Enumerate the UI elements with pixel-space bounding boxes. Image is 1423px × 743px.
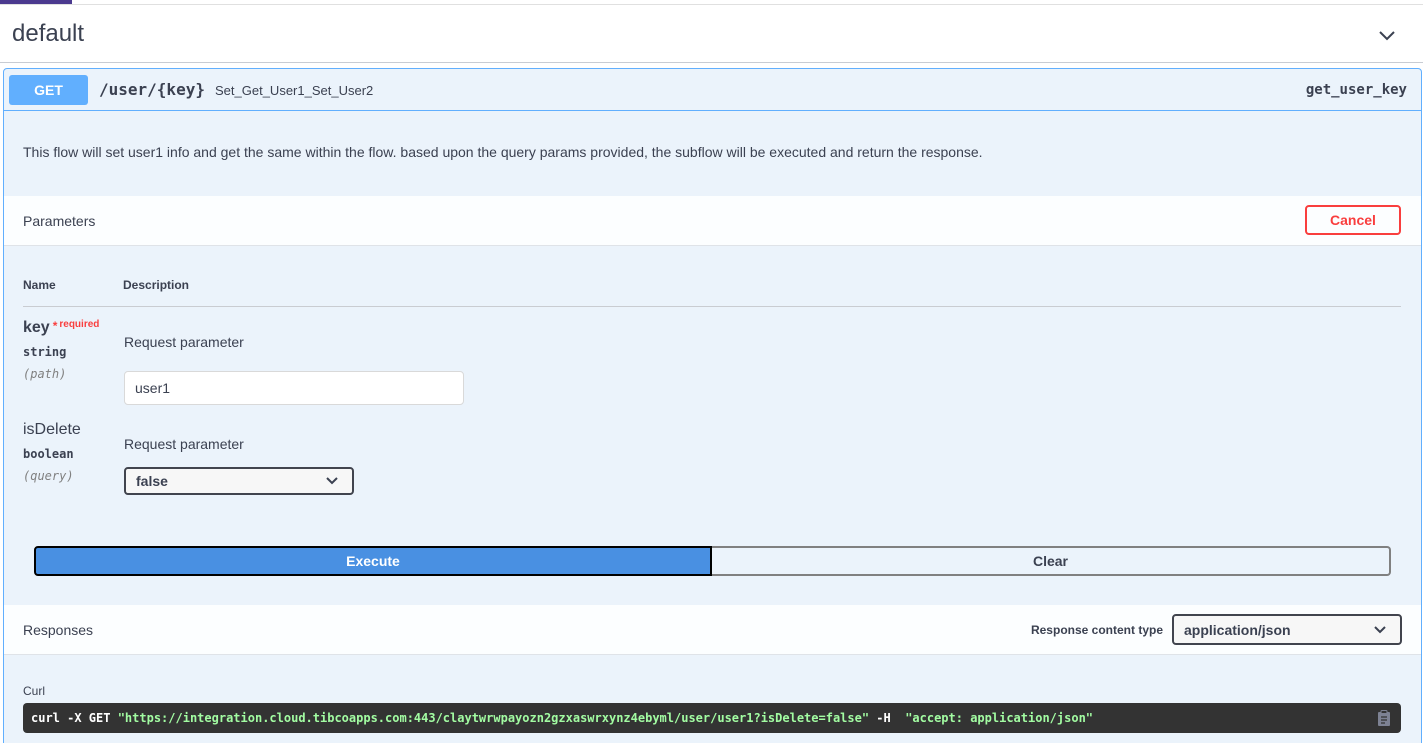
isdelete-select-value: false (136, 473, 168, 489)
column-header-name: Name (23, 278, 56, 292)
isdelete-select[interactable]: false (124, 467, 354, 495)
curl-url: "https://integration.cloud.tibcoapps.com… (117, 711, 870, 725)
operation-id: get_user_key (1305, 82, 1407, 98)
cancel-button[interactable]: Cancel (1305, 205, 1401, 235)
chevron-down-icon (326, 477, 338, 485)
param-name-text: key (23, 319, 50, 336)
response-content-type-value: application/json (1184, 621, 1291, 638)
operation-summary[interactable]: GET /user/{key} Set_Get_User1_Set_User2 … (4, 69, 1421, 111)
response-content-type-select[interactable]: application/json (1172, 614, 1402, 645)
tag-title: default (12, 19, 85, 47)
clear-button[interactable]: Clear (712, 546, 1391, 576)
parameters-header: Parameters Cancel (4, 196, 1421, 246)
operation-block: GET /user/{key} Set_Get_User1_Set_User2 … (3, 68, 1422, 743)
method-badge: GET (9, 75, 88, 105)
param-type-key: string (23, 345, 67, 359)
operation-description: This flow will set user1 info and get th… (23, 144, 983, 160)
param-location-key: (path) (23, 367, 67, 381)
chevron-down-icon (1374, 625, 1386, 633)
key-input[interactable] (124, 371, 464, 405)
param-location-isdelete: (query) (23, 469, 74, 483)
curl-prefix: curl -X GET (31, 711, 118, 725)
param-description-key: Request parameter (124, 334, 244, 350)
operation-path: /user/{key} (99, 80, 205, 99)
parameters-title: Parameters (23, 212, 96, 229)
parameters-divider (23, 306, 1401, 307)
response-content-type-label: Response content type (1030, 623, 1163, 637)
curl-label: Curl (23, 684, 46, 698)
curl-header: "accept: application/json" (905, 711, 1094, 725)
curl-command: curl -X GET "https://integration.cloud.t… (23, 703, 1401, 733)
clipboard-icon[interactable] (1375, 709, 1393, 727)
execute-controls: Execute Clear (34, 546, 1391, 576)
responses-title: Responses (23, 621, 94, 638)
param-name-key: key * required (23, 319, 99, 337)
chevron-down-icon[interactable] (1377, 25, 1397, 45)
curl-flag: -H (869, 711, 906, 725)
operation-summary-text: Set_Get_User1_Set_User2 (215, 83, 374, 98)
param-name-isdelete: isDelete (23, 421, 81, 438)
param-description-isdelete: Request parameter (124, 436, 244, 452)
tag-section-header[interactable]: default (0, 5, 1423, 63)
execute-button[interactable]: Execute (34, 546, 712, 576)
required-star: * (52, 319, 58, 333)
required-label: required (59, 319, 100, 330)
param-type-isdelete: boolean (23, 447, 74, 461)
responses-header: Responses Response content type applicat… (4, 605, 1421, 655)
column-header-description: Description (123, 278, 190, 292)
